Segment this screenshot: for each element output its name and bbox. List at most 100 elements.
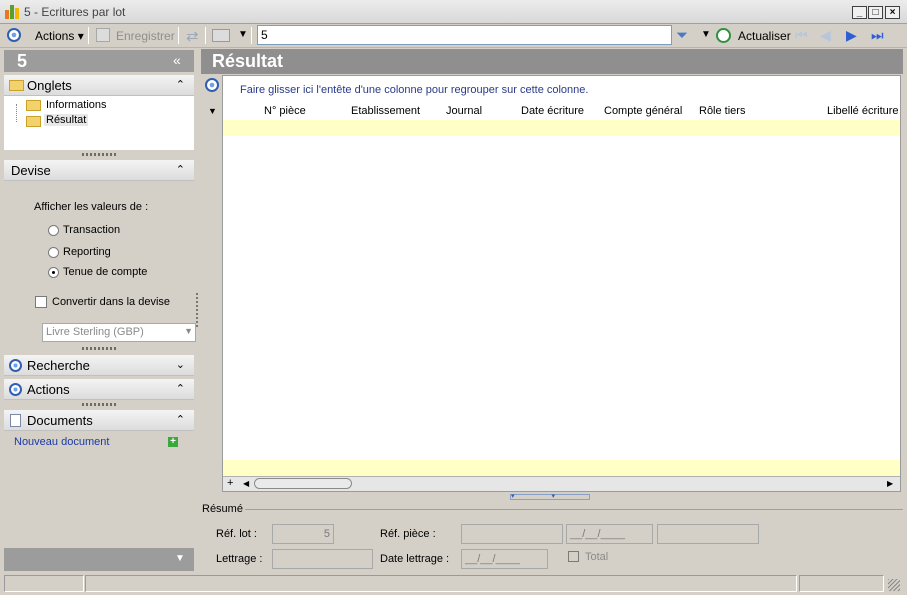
radio-reporting[interactable]: [48, 247, 59, 258]
maximize-button[interactable]: □: [868, 6, 883, 19]
section-onglets-title: Onglets: [27, 78, 72, 93]
column-header-compte-general[interactable]: Compte général: [604, 105, 682, 117]
total-label: Total: [585, 551, 609, 563]
ref-lot-field: 5: [272, 524, 334, 544]
splitter-grip[interactable]: [82, 153, 116, 156]
vertical-splitter[interactable]: [196, 293, 198, 327]
column-header-role-tiers[interactable]: Rôle tiers: [699, 105, 745, 117]
result-header: [201, 49, 903, 74]
folder-icon: [9, 80, 24, 91]
summary-title: Résumé: [202, 503, 243, 515]
previous-record-icon[interactable]: ◀: [820, 27, 831, 44]
convert-checkbox[interactable]: [35, 296, 47, 308]
tree-line: [16, 104, 17, 122]
footer-chevron-down-icon[interactable]: ▼: [175, 553, 185, 564]
add-row-icon[interactable]: +: [227, 477, 233, 489]
column-header-numero-piece[interactable]: N° pièce: [264, 105, 306, 117]
group-by-hint: Faire glisser ici l'entête d'une colonne…: [240, 84, 589, 96]
scroll-left-icon[interactable]: ◀: [243, 479, 249, 488]
section-documents[interactable]: Documents ⌃: [4, 410, 194, 431]
radio-tenue-de-compte[interactable]: [48, 267, 59, 278]
actions-orb-icon: [9, 383, 22, 396]
toolbar-separator: [178, 27, 179, 44]
scrollbar-thumb[interactable]: [254, 478, 352, 489]
save-icon: [96, 28, 110, 42]
tree-item-resultat[interactable]: Résultat: [44, 114, 89, 126]
radio-transaction[interactable]: [48, 225, 59, 236]
lettrage-field: [272, 549, 373, 569]
left-panel-footer: [4, 548, 194, 571]
splitter-grip[interactable]: [82, 347, 116, 350]
splitter-grip[interactable]: [82, 403, 116, 406]
status-cell: [799, 575, 884, 592]
add-icon[interactable]: +: [168, 437, 178, 447]
devise-prompt: Afficher les valeurs de :: [34, 201, 149, 213]
folder-icon: [26, 100, 41, 111]
last-record-icon[interactable]: ⏭: [871, 27, 884, 44]
refresh-icon: [716, 28, 731, 43]
section-recherche[interactable]: Recherche ⌄: [4, 355, 194, 376]
collapse-panel-icon[interactable]: «: [173, 52, 181, 68]
toolbar-separator: [88, 27, 89, 44]
grid-menu-chevron-icon[interactable]: ▼: [208, 106, 217, 116]
ref-piece-date-field: __/__/____: [566, 524, 653, 544]
section-actions-title: Actions: [27, 382, 70, 397]
column-header-date-ecriture[interactable]: Date écriture: [521, 105, 584, 117]
recherche-orb-icon: [9, 359, 22, 372]
sync-icon[interactable]: ⇄: [186, 27, 199, 45]
lettrage-label: Lettrage :: [216, 553, 263, 565]
collapse-section-icon[interactable]: ⌃: [176, 410, 185, 431]
filter-dropdown-icon[interactable]: ▼: [701, 29, 711, 40]
section-actions[interactable]: Actions ⌃: [4, 379, 194, 400]
ref-lot-label: Réf. lot :: [216, 528, 257, 540]
column-header-libelle-ecriture[interactable]: Libellé écriture: [827, 105, 899, 117]
scroll-right-icon[interactable]: ▶: [887, 479, 893, 488]
section-devise-title: Devise: [11, 163, 51, 178]
refresh-button[interactable]: Actualiser: [738, 27, 791, 45]
tree-item-informations[interactable]: Informations: [46, 99, 107, 111]
column-header-journal[interactable]: Journal: [446, 105, 482, 117]
section-devise[interactable]: Devise ⌃: [4, 160, 194, 181]
record-number: 5: [17, 51, 28, 71]
radio-transaction-label: Transaction: [63, 224, 121, 236]
print-dropdown-icon[interactable]: ▼: [238, 29, 248, 40]
grid-splitter-handle[interactable]: ▾ ▾: [510, 493, 590, 500]
document-icon: [10, 414, 21, 427]
collapse-section-icon[interactable]: ⌃: [176, 75, 185, 96]
total-checkbox: [568, 551, 579, 562]
new-document-link[interactable]: Nouveau document: [14, 436, 109, 448]
window-title: 5 - Ecritures par lot: [24, 5, 126, 19]
search-input[interactable]: [257, 25, 672, 45]
collapse-section-icon[interactable]: ⌃: [176, 379, 185, 400]
toolbar-separator: [251, 27, 252, 44]
grid-row-indicator: [202, 75, 223, 492]
first-record-icon[interactable]: ⏮: [795, 27, 808, 44]
print-icon[interactable]: [212, 29, 230, 42]
summary-divider: [245, 509, 903, 510]
summary-row: [223, 460, 900, 476]
actions-menu-label: Actions: [35, 29, 75, 43]
result-title: Résultat: [212, 51, 284, 71]
chevron-down-icon: ▼: [184, 326, 193, 336]
ref-piece-label: Réf. pièce :: [380, 528, 436, 540]
grid-options-icon[interactable]: [205, 78, 219, 92]
chevron-down-icon: ▾: [77, 29, 84, 43]
actions-menu-button[interactable]: Actions ▾: [35, 27, 84, 45]
filter-row[interactable]: [223, 120, 900, 136]
title-bar: [0, 0, 907, 24]
expand-section-icon[interactable]: ⌄: [176, 355, 185, 376]
section-recherche-title: Recherche: [27, 358, 90, 373]
filter-icon[interactable]: ⏷: [676, 27, 688, 44]
close-button[interactable]: ×: [885, 6, 900, 19]
radio-tenue-de-compte-label: Tenue de compte: [63, 266, 148, 278]
next-record-icon[interactable]: ▶: [846, 27, 857, 44]
menu-orb-icon[interactable]: [7, 28, 21, 42]
column-header-etablissement[interactable]: Etablissement: [351, 105, 420, 117]
section-onglets[interactable]: Onglets ⌃: [4, 75, 194, 96]
result-grid: [202, 75, 901, 492]
collapse-section-icon[interactable]: ⌃: [176, 160, 185, 181]
minimize-button[interactable]: _: [852, 6, 867, 19]
save-button[interactable]: Enregistrer: [116, 27, 175, 45]
currency-select[interactable]: Livre Sterling (GBP) ▼: [42, 323, 196, 342]
resize-grip-icon[interactable]: [888, 579, 900, 591]
